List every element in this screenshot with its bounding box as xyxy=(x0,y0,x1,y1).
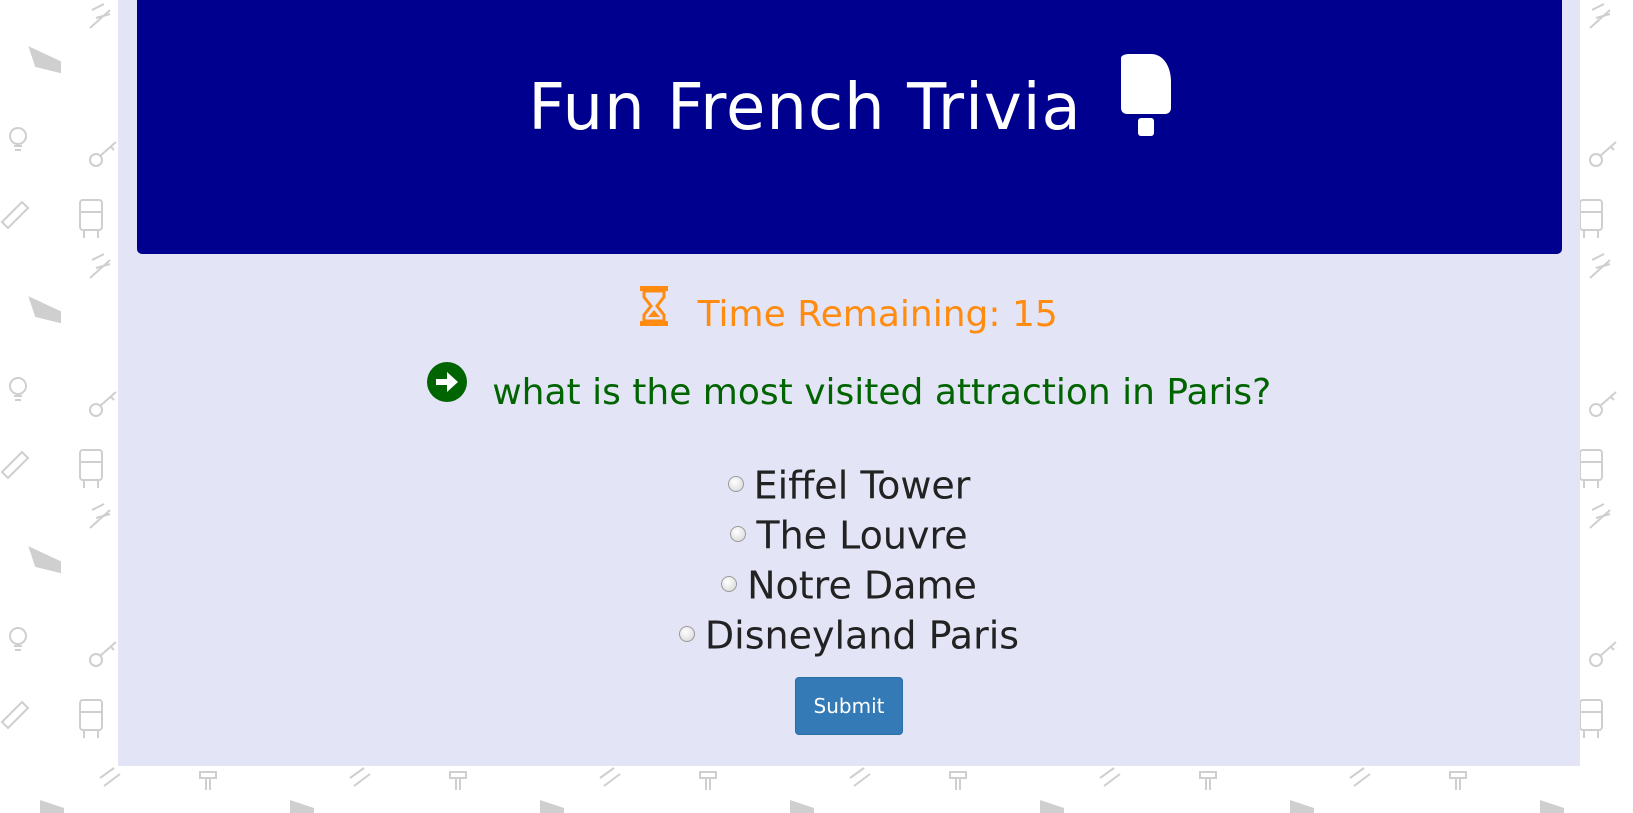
answer-label[interactable]: Disneyland Paris xyxy=(705,614,1019,658)
answer-label[interactable]: The Louvre xyxy=(756,514,967,558)
header-banner: Fun French Trivia xyxy=(137,0,1562,254)
question-text: what is the most visited attraction in P… xyxy=(492,372,1272,413)
timer: Time Remaining: 15 xyxy=(118,286,1580,339)
title-row: Fun French Trivia xyxy=(137,54,1562,154)
popsicle-icon xyxy=(1120,50,1171,142)
timer-text: Time Remaining: 15 xyxy=(697,294,1058,335)
answer-label[interactable]: Eiffel Tower xyxy=(754,464,971,508)
page-title: Fun French Trivia xyxy=(528,71,1082,145)
question: what is the most visited attraction in P… xyxy=(118,362,1580,417)
answer-list: Eiffel Tower The Louvre Notre Dame Disne… xyxy=(118,458,1580,658)
submit-button[interactable]: Submit xyxy=(795,677,903,735)
arrow-circle-right-icon xyxy=(426,362,467,411)
hourglass-icon xyxy=(640,286,669,335)
answer-radio[interactable] xyxy=(721,575,738,592)
answer-radio[interactable] xyxy=(730,525,747,542)
answer-radio[interactable] xyxy=(678,625,695,642)
submit-row: Submit xyxy=(118,677,1580,735)
answer-label[interactable]: Notre Dame xyxy=(747,564,977,608)
answer-radio[interactable] xyxy=(727,475,744,492)
answer-option[interactable]: Disneyland Paris xyxy=(118,608,1580,658)
trivia-panel: Fun French Trivia Time Remaining: 15 wha… xyxy=(118,0,1580,766)
answer-option[interactable]: Eiffel Tower xyxy=(118,458,1580,508)
answer-option[interactable]: Notre Dame xyxy=(118,558,1580,608)
answer-option[interactable]: The Louvre xyxy=(118,508,1580,558)
